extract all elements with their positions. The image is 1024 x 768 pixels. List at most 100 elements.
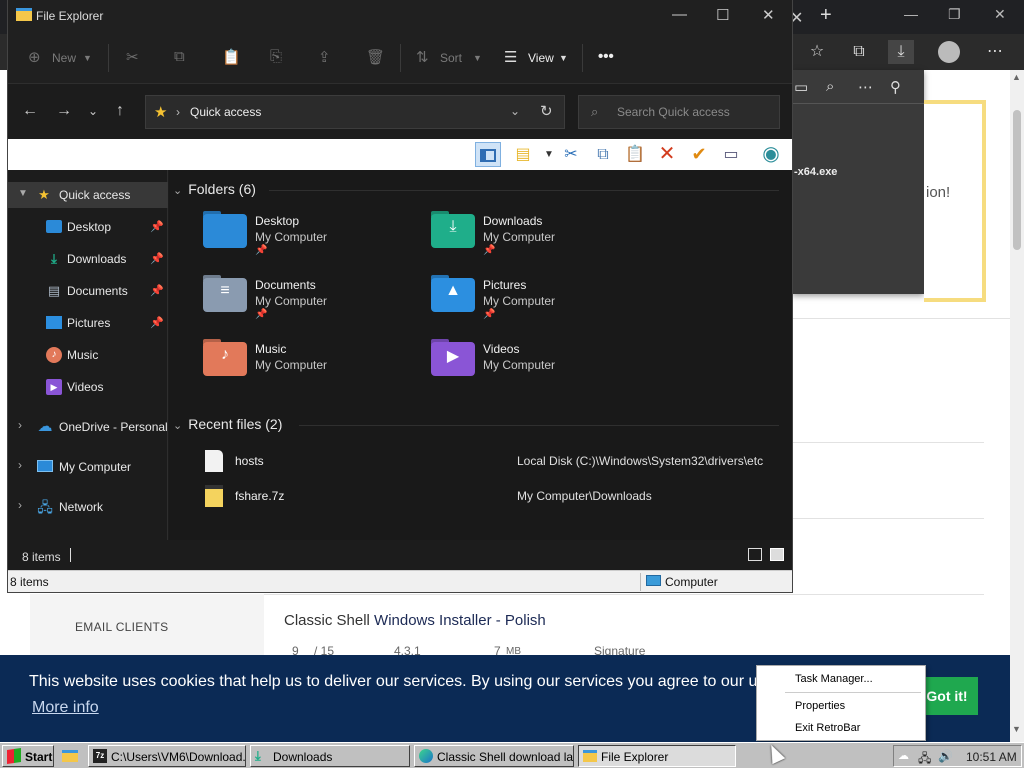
details-view-icon[interactable] <box>748 548 762 561</box>
recent-locations-icon[interactable]: ⌄ <box>88 104 98 118</box>
favorites-icon[interactable]: ☆ <box>804 40 830 64</box>
installer-title-link[interactable]: Windows Installer - Polish <box>374 612 546 629</box>
search-downloads-icon[interactable]: ⌕ <box>826 78 834 95</box>
taskbar-button-7zip[interactable]: 7z C:\Users\VM6\Download... <box>88 745 246 767</box>
copy-icon[interactable]: ⧉ <box>590 142 616 167</box>
recent-section-header[interactable]: ⌄ Recent files (2) <box>173 416 282 432</box>
nav-item-desktop[interactable]: Desktop 📌 <box>8 214 168 240</box>
delete-icon[interactable]: 🗑 <box>366 48 385 66</box>
chevron-down-icon[interactable]: ▼ <box>559 53 568 63</box>
tab-close-icon[interactable]: ✕ <box>790 8 803 28</box>
taskbar-button-edge[interactable]: Classic Shell download lat... <box>414 745 574 767</box>
minimize-icon[interactable]: — <box>672 6 687 23</box>
back-icon[interactable]: ← <box>22 102 38 120</box>
navigation-pane-icon[interactable] <box>475 142 501 167</box>
nav-item-downloads[interactable]: ⤓ Downloads 📌 <box>8 246 168 272</box>
search-box[interactable]: ⌕ <box>578 95 780 129</box>
chevron-down-icon[interactable]: ⌄ <box>173 185 182 197</box>
menu-item-properties[interactable]: Properties <box>795 700 845 712</box>
collections-icon[interactable]: ⧉ <box>846 40 872 64</box>
select-folder-icon[interactable]: ▤ <box>510 142 536 167</box>
network-icon[interactable]: 🖧 <box>918 749 931 768</box>
up-icon[interactable]: ↑ <box>116 102 124 120</box>
copy-icon[interactable]: ⧉ <box>174 48 185 65</box>
properties-icon[interactable]: ▭ <box>718 142 744 167</box>
chevron-down-icon[interactable]: ⌄ <box>173 420 182 432</box>
nav-item-music[interactable]: ♪ Music <box>8 342 168 368</box>
folders-section-header[interactable]: ⌄ Folders (6) <box>173 181 256 197</box>
open-folder-icon[interactable]: ▭ <box>794 78 808 96</box>
onedrive-cloud-icon[interactable]: ☁ <box>898 749 909 762</box>
view-icon[interactable]: ☰ <box>504 48 517 66</box>
chevron-down-icon[interactable]: ▼ <box>473 53 482 63</box>
address-bar[interactable]: ★ › Quick access ⌄ ↻ <box>145 95 565 129</box>
menu-item-exit-retrobar[interactable]: Exit RetroBar <box>795 722 860 734</box>
recent-file-row[interactable]: hosts Local Disk (C:)\Windows\System32\dr… <box>169 448 779 474</box>
close-icon[interactable]: ✕ <box>762 6 775 24</box>
more-icon[interactable]: ••• <box>598 48 614 65</box>
profile-avatar[interactable] <box>936 40 962 64</box>
page-scrollbar[interactable]: ▲ ▼ <box>1010 70 1024 742</box>
new-icon[interactable]: ⊕ <box>28 48 41 66</box>
nav-item-pictures[interactable]: Pictures 📌 <box>8 310 168 336</box>
refresh-icon[interactable]: ↻ <box>540 102 553 120</box>
cut-icon[interactable]: ✂ <box>558 142 584 167</box>
nav-item-network[interactable]: › 🖧 Network <box>8 494 168 520</box>
cookie-more-info-link[interactable]: More info <box>32 699 99 717</box>
chevron-down-icon[interactable]: ▼ <box>83 53 92 63</box>
recent-file-row[interactable]: fshare.7z My Computer\Downloads <box>169 483 779 509</box>
downloads-icon[interactable]: ⤓ <box>888 40 914 64</box>
share-icon[interactable]: ⇪ <box>318 48 331 66</box>
downloads-more-icon[interactable]: ⋯ <box>858 78 873 96</box>
sidebar-category-email-clients[interactable]: EMAIL CLIENTS <box>30 594 264 656</box>
nav-item-documents[interactable]: ▤ Documents 📌 <box>8 278 168 304</box>
folder-tile-downloads[interactable]: ⤓ Downloads My Computer 📌 <box>397 211 617 270</box>
address-dropdown-icon[interactable]: ⌄ <box>510 104 520 118</box>
shell-icon[interactable]: ◉ <box>758 142 784 167</box>
browser-restore-icon[interactable]: ❐ <box>948 6 961 23</box>
browser-close-icon[interactable]: ✕ <box>994 6 1006 23</box>
checkmark-icon[interactable]: ✔ <box>686 142 712 167</box>
pin-icon[interactable]: ⚲ <box>890 78 901 96</box>
address-text[interactable]: Quick access <box>190 105 261 119</box>
chevron-right-icon[interactable]: › <box>18 418 22 432</box>
nav-item-videos[interactable]: ▶ Videos <box>8 374 168 400</box>
folder-tile-desktop[interactable]: Desktop My Computer 📌 <box>169 211 389 270</box>
rename-icon[interactable]: ⎘ <box>270 48 282 65</box>
taskbar-button-file-explorer[interactable]: File Explorer <box>578 745 736 767</box>
chevron-down-icon[interactable]: ▼ <box>18 188 28 199</box>
browser-minimize-icon[interactable]: — <box>904 6 918 22</box>
explorer-titlebar[interactable]: File Explorer — ☐ ✕ <box>8 0 792 32</box>
view-button[interactable]: View <box>528 51 554 65</box>
menu-item-task-manager[interactable]: Task Manager... <box>795 673 873 685</box>
folder-tile-music[interactable]: ♪ Music My Computer <box>169 339 389 398</box>
folder-tile-pictures[interactable]: ▲ Pictures My Computer 📌 <box>397 275 617 334</box>
folder-tile-videos[interactable]: ▶ Videos My Computer <box>397 339 617 398</box>
clock[interactable]: 10:51 AM <box>966 750 1017 764</box>
folder-tile-documents[interactable]: ≡ Documents My Computer 📌 <box>169 275 389 334</box>
nav-item-quick-access[interactable]: ▼ ★ Quick access <box>8 182 168 208</box>
sort-button[interactable]: Sort <box>440 51 462 65</box>
volume-icon[interactable]: 🔊 <box>938 749 953 763</box>
delete-icon[interactable]: ✕ <box>654 142 680 167</box>
new-tab-icon[interactable]: + <box>820 4 832 27</box>
scroll-up-icon[interactable]: ▲ <box>1012 72 1021 82</box>
quick-launch-explorer[interactable] <box>60 747 80 765</box>
maximize-icon[interactable]: ☐ <box>716 6 729 24</box>
paste-icon[interactable]: 📋 <box>622 142 648 167</box>
nav-item-onedrive[interactable]: › ☁ OneDrive - Personal <box>8 414 168 440</box>
chevron-right-icon[interactable]: › <box>176 105 180 119</box>
installer-title[interactable]: Classic Shell Windows Installer - Polish <box>284 612 546 629</box>
browser-more-icon[interactable]: ⋯ <box>982 40 1008 64</box>
scroll-down-icon[interactable]: ▼ <box>1012 724 1021 734</box>
new-button[interactable]: New <box>52 51 76 65</box>
taskbar-button-downloads[interactable]: ⤓ Downloads <box>250 745 410 767</box>
search-input[interactable] <box>617 96 777 128</box>
paste-icon[interactable]: 📋 <box>222 48 241 66</box>
forward-icon[interactable]: → <box>56 102 72 120</box>
sort-icon[interactable]: ⇅ <box>416 48 429 66</box>
download-file-name[interactable]: -x64.exe <box>794 166 837 178</box>
start-button[interactable]: Start <box>2 745 54 767</box>
cut-icon[interactable]: ✂ <box>126 48 139 66</box>
chevron-right-icon[interactable]: › <box>18 498 22 512</box>
